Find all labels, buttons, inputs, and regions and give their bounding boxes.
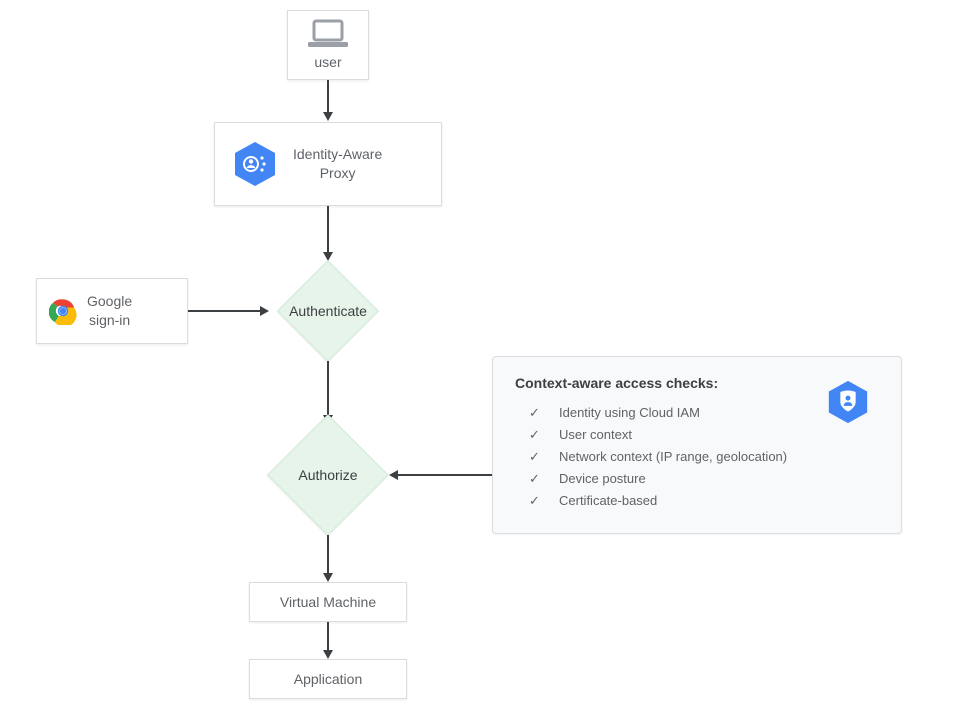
context-item: ✓Device posture xyxy=(515,471,879,487)
arrowhead-context-to-authorize xyxy=(389,470,398,480)
node-authenticate: Authenticate xyxy=(278,261,378,361)
node-user: user xyxy=(287,10,369,80)
arrowhead-vm-to-app xyxy=(323,650,333,659)
check-icon: ✓ xyxy=(529,471,541,487)
context-item: ✓Certificate-based xyxy=(515,493,879,509)
arrow-context-to-authorize xyxy=(398,474,492,476)
context-item: ✓User context xyxy=(515,427,879,443)
context-item: ✓Network context (IP range, geolocation) xyxy=(515,449,879,465)
iap-hexagon-icon xyxy=(231,140,279,188)
arrow-auth-to-authorize xyxy=(327,361,329,415)
node-user-label: user xyxy=(314,53,341,72)
arrowhead-signin-to-auth xyxy=(260,306,269,316)
arrow-user-to-iap xyxy=(327,80,329,112)
node-application: Application xyxy=(249,659,407,699)
laptop-icon xyxy=(306,19,350,49)
security-hexagon-icon xyxy=(825,379,871,425)
node-signin-label-1: Google xyxy=(87,292,132,311)
arrow-iap-to-auth xyxy=(327,206,329,252)
node-context-aware-access: Context-aware access checks: ✓Identity u… xyxy=(492,356,902,534)
chrome-icon xyxy=(49,297,77,325)
node-app-label: Application xyxy=(294,670,363,689)
arrowhead-authorize-to-vm xyxy=(323,573,333,582)
node-signin-label-2: sign-in xyxy=(87,311,132,330)
check-icon: ✓ xyxy=(529,493,541,509)
check-icon: ✓ xyxy=(529,405,541,421)
node-google-signin: Google sign-in xyxy=(36,278,188,344)
node-authorize: Authorize xyxy=(268,415,388,535)
node-identity-aware-proxy: Identity-Aware Proxy xyxy=(214,122,442,206)
arrowhead-user-to-iap xyxy=(323,112,333,121)
arrow-vm-to-app xyxy=(327,622,329,650)
node-iap-label-2: Proxy xyxy=(293,164,382,183)
arrow-signin-to-auth xyxy=(188,310,260,312)
node-authenticate-label: Authenticate xyxy=(289,303,367,319)
check-icon: ✓ xyxy=(529,449,541,465)
node-authorize-label: Authorize xyxy=(298,467,357,483)
check-icon: ✓ xyxy=(529,427,541,443)
diagram-canvas: user Identity-Aware Proxy xyxy=(0,0,960,720)
node-virtual-machine: Virtual Machine xyxy=(249,582,407,622)
arrow-authorize-to-vm xyxy=(327,535,329,573)
node-vm-label: Virtual Machine xyxy=(280,593,376,612)
node-iap-label-1: Identity-Aware xyxy=(293,145,382,164)
